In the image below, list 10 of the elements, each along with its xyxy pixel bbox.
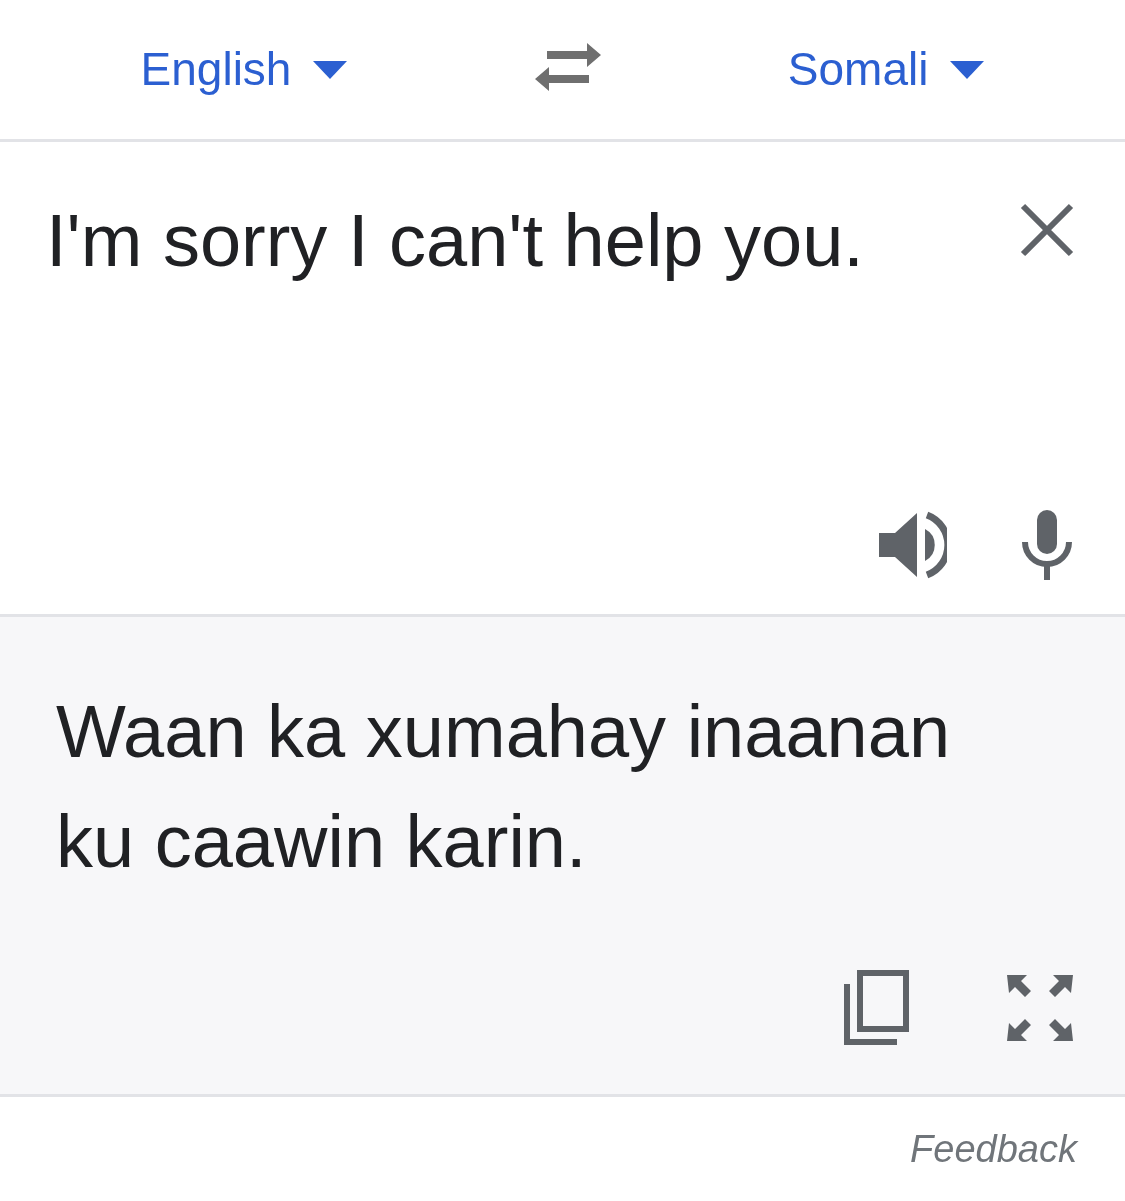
- dropdown-caret-icon: [950, 60, 985, 79]
- feedback-link[interactable]: Feedback: [910, 1121, 1077, 1178]
- microphone-icon[interactable]: [1019, 508, 1075, 582]
- source-language-button[interactable]: English: [140, 35, 348, 104]
- target-language-button[interactable]: Somali: [787, 35, 985, 104]
- dropdown-caret-icon: [313, 60, 348, 79]
- copy-icon[interactable]: [843, 970, 909, 1046]
- translation-text: Waan ka xumahay inaanan ku caawin karin.: [56, 689, 952, 885]
- close-icon[interactable]: [1019, 202, 1075, 258]
- input-text[interactable]: I'm sorry I can't help you.: [46, 186, 864, 296]
